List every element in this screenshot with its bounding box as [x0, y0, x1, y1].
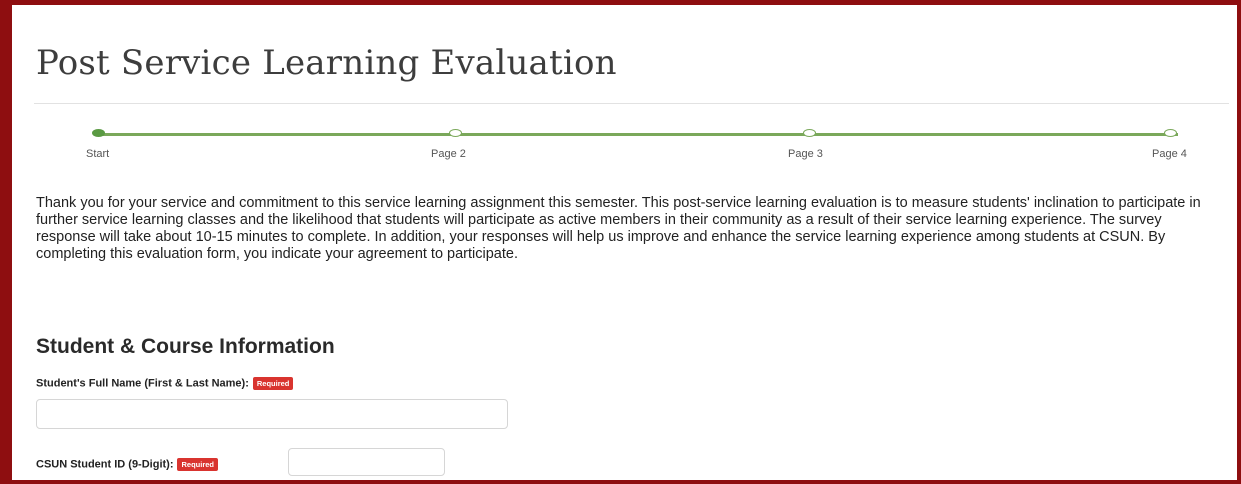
step-dot-start[interactable]: [92, 129, 105, 137]
title-divider: [34, 103, 1229, 104]
full-name-input[interactable]: [36, 399, 508, 429]
progress-track: [96, 133, 1178, 136]
step-label-page-4: Page 4: [1152, 148, 1187, 160]
form-frame: Post Service Learning Evaluation Start P…: [12, 5, 1237, 480]
student-id-input[interactable]: [288, 448, 445, 476]
progress-bar: [92, 129, 1182, 143]
step-label-page-2: Page 2: [431, 148, 466, 160]
intro-text: Thank you for your service and commitmen…: [36, 195, 1201, 262]
full-name-label: Student's Full Name (First & Last Name):…: [36, 377, 294, 390]
section-title: Student & Course Information: [36, 335, 335, 358]
student-id-label-text: CSUN Student ID (9-Digit):: [36, 458, 174, 471]
student-id-label: CSUN Student ID (9-Digit): Required: [36, 458, 218, 471]
step-label-page-3: Page 3: [788, 148, 823, 160]
step-label-start: Start: [86, 148, 110, 160]
step-dot-page-4[interactable]: [1164, 129, 1177, 137]
required-badge: Required: [177, 458, 218, 471]
required-badge: Required: [252, 377, 294, 390]
page-title: Post Service Learning Evaluation: [36, 43, 617, 83]
step-dot-page-3[interactable]: [803, 129, 816, 137]
step-dot-page-2[interactable]: [449, 129, 462, 137]
full-name-label-text: Student's Full Name (First & Last Name):: [36, 377, 249, 390]
